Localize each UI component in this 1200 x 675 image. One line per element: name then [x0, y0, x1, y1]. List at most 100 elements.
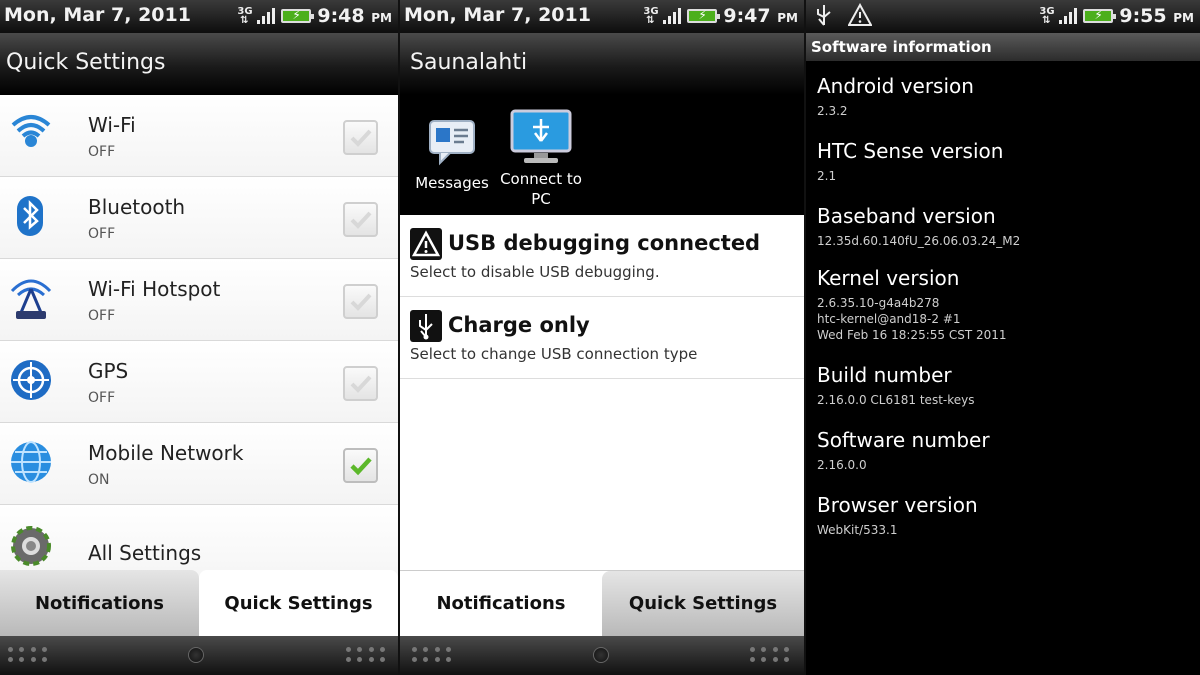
- info-item-software-number: Software number 2.16.0.0: [817, 428, 990, 473]
- signal-icon: [257, 8, 276, 24]
- carrier-name: Saunalahti: [400, 33, 804, 95]
- tab-quick-settings[interactable]: Quick Settings: [199, 570, 398, 636]
- grip-handle-icon[interactable]: [8, 647, 48, 663]
- section-header: Software information: [806, 33, 1200, 61]
- info-item-kernel-version: Kernel version 2.6.35.10-g4a4b278 htc-ke…: [817, 266, 1007, 343]
- list-item-bluetooth[interactable]: Bluetooth OFF: [0, 177, 398, 259]
- item-state: ON: [88, 472, 110, 488]
- grip-handle-icon[interactable]: [750, 647, 790, 663]
- status-time: 9:48 PM: [317, 5, 392, 27]
- wifi-checkbox[interactable]: [343, 120, 378, 155]
- notification-usb-debugging[interactable]: USB debugging connected Select to disabl…: [400, 215, 804, 297]
- info-label: Baseband version: [817, 204, 996, 228]
- status-bar: Mon, Mar 7, 2011 3G ⇅ ⚡ 9:48 PM: [0, 0, 398, 33]
- check-icon: [350, 375, 372, 393]
- info-value: 12.35d.60.140fU_26.06.03.24_M2: [817, 234, 1021, 248]
- list-item-gps[interactable]: GPS OFF: [0, 341, 398, 423]
- bottom-bar: [0, 636, 398, 675]
- page-title: Quick Settings: [0, 33, 398, 95]
- tab-bar: Notifications Quick Settings: [0, 570, 398, 636]
- bluetooth-checkbox[interactable]: [343, 202, 378, 237]
- status-bar: Mon, Mar 7, 2011 3G ⇅ ⚡ 9:47 PM: [400, 0, 804, 33]
- item-state: OFF: [88, 390, 116, 406]
- tab-quick-settings[interactable]: Quick Settings: [602, 571, 804, 636]
- info-item-baseband-version: Baseband version 12.35d.60.140fU_26.06.0…: [817, 204, 1020, 249]
- network-type-icon: 3G ⇅: [1039, 6, 1055, 26]
- info-value: 2.3.2: [817, 104, 848, 118]
- info-label: Kernel version: [817, 266, 960, 290]
- network-type-icon: 3G ⇅: [643, 6, 659, 26]
- notifications-screen: Mon, Mar 7, 2011 3G ⇅ ⚡ 9:47 PM Saunalaht…: [400, 0, 804, 675]
- item-state: OFF: [88, 308, 116, 324]
- status-date: Mon, Mar 7, 2011: [404, 4, 591, 26]
- notification-title: Charge only: [448, 313, 590, 337]
- home-knob-icon[interactable]: [593, 647, 609, 663]
- status-bar: 3G ⇅ ⚡ 9:55 PM: [806, 0, 1200, 33]
- check-icon: [350, 211, 372, 229]
- info-label: Browser version: [817, 493, 978, 517]
- shortcut-bar: Messages Connect to PC: [400, 95, 804, 215]
- tab-bar: Notifications Quick Settings: [400, 570, 804, 636]
- warning-icon: [848, 3, 872, 26]
- info-label: Android version: [817, 74, 974, 98]
- usb-icon: [410, 310, 442, 342]
- check-icon: [350, 293, 372, 311]
- list-item-wifi[interactable]: Wi-Fi OFF: [0, 95, 398, 177]
- signal-icon: [663, 8, 682, 24]
- item-label: GPS: [88, 359, 129, 383]
- shortcut-label: Connect to PC: [500, 170, 582, 208]
- info-label: Build number: [817, 363, 952, 387]
- bluetooth-icon: [17, 196, 43, 236]
- mobile-network-checkbox[interactable]: [343, 448, 378, 483]
- item-label: Wi-Fi: [88, 113, 136, 137]
- globe-icon: [11, 441, 51, 483]
- tab-notifications[interactable]: Notifications: [0, 570, 199, 636]
- status-time: 9:47 PM: [723, 5, 798, 27]
- battery-icon: ⚡: [1083, 8, 1117, 23]
- info-value: 2.6.35.10-g4a4b278 htc-kernel@and18-2 #1…: [817, 296, 1007, 342]
- notification-charge-only[interactable]: Charge only Select to change USB connect…: [400, 297, 804, 379]
- shortcut-label: Messages: [415, 174, 489, 192]
- gps-icon: [11, 360, 51, 400]
- list-item-mobile-network[interactable]: Mobile Network ON: [0, 423, 398, 505]
- notification-subtitle: Select to change USB connection type: [410, 345, 698, 363]
- wifi-hotspot-checkbox[interactable]: [343, 284, 378, 319]
- info-label: Software number: [817, 428, 990, 452]
- messages-icon: [429, 120, 475, 166]
- item-label: All Settings: [88, 541, 202, 565]
- info-value: 2.1: [817, 169, 837, 183]
- info-item-htc-sense-version: HTC Sense version 2.1: [817, 139, 1003, 184]
- bottom-bar: [400, 636, 804, 675]
- item-state: OFF: [88, 226, 116, 242]
- wifi-icon: [11, 115, 51, 147]
- signal-icon: [1059, 8, 1078, 24]
- quick-settings-list: Wi-Fi OFF Bluetooth OFF Wi-Fi Hotspot OF…: [0, 95, 398, 587]
- info-item-browser-version: Browser version WebKit/533.1: [817, 493, 978, 538]
- grip-handle-icon[interactable]: [412, 647, 452, 663]
- home-knob-icon[interactable]: [188, 647, 204, 663]
- item-label: Bluetooth: [88, 195, 186, 219]
- item-label: Wi-Fi Hotspot: [88, 277, 221, 301]
- notification-title: USB debugging connected: [448, 231, 761, 255]
- messages-shortcut[interactable]: Messages: [414, 107, 490, 193]
- gps-checkbox[interactable]: [343, 366, 378, 401]
- check-icon: [350, 129, 372, 147]
- connect-to-pc-icon: [510, 109, 572, 163]
- software-information-screen: 3G ⇅ ⚡ 9:55 PM Software information Andro…: [806, 0, 1200, 675]
- gear-icon: [11, 526, 51, 566]
- grip-handle-icon[interactable]: [346, 647, 386, 663]
- warning-icon: [410, 228, 442, 260]
- tab-notifications[interactable]: Notifications: [400, 571, 602, 636]
- info-value: 2.16.0.0: [817, 458, 867, 472]
- quick-settings-screen: Mon, Mar 7, 2011 3G ⇅ ⚡ 9:48 PM Quick Set…: [0, 0, 398, 675]
- info-value: 2.16.0.0 CL6181 test-keys: [817, 393, 975, 407]
- battery-icon: ⚡: [281, 8, 315, 23]
- wifi-hotspot-icon: [10, 279, 52, 319]
- info-item-build-number: Build number 2.16.0.0 CL6181 test-keys: [817, 363, 974, 408]
- list-item-wifi-hotspot[interactable]: Wi-Fi Hotspot OFF: [0, 259, 398, 341]
- connect-to-pc-shortcut[interactable]: Connect to PC: [496, 107, 586, 209]
- check-icon: [350, 457, 372, 476]
- item-state: OFF: [88, 144, 116, 160]
- battery-icon: ⚡: [687, 8, 721, 23]
- usb-icon: [817, 5, 831, 26]
